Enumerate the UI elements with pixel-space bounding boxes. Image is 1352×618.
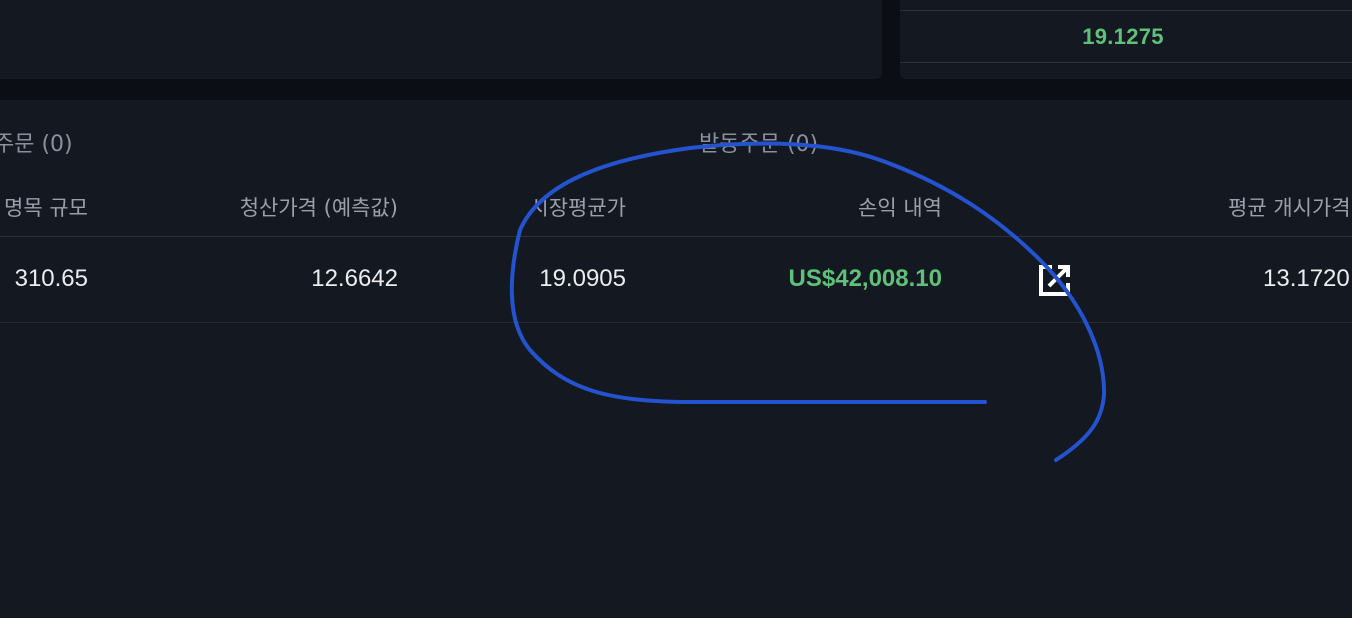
- divider: [900, 10, 1352, 11]
- top-left-panel: [0, 0, 882, 79]
- column-header-liquidation-price: 청산가격 (예측값): [239, 196, 398, 220]
- cell-mark-price: 19.0905: [539, 265, 626, 292]
- share-external-icon[interactable]: [1036, 263, 1072, 299]
- column-header-notional-size: 명목 규모: [4, 196, 88, 220]
- positions-panel: 주문 (0) 발동주문 (0) 명목 규모 청산가격 (예측값) 시장평균가 손…: [0, 100, 1352, 618]
- column-header-mark-price: 시장평균가: [529, 196, 626, 220]
- column-header-pnl: 손익 내역: [858, 196, 942, 220]
- tab-trigger-orders[interactable]: 발동주문 (0): [699, 126, 818, 158]
- tab-open-orders[interactable]: 주문 (0): [0, 126, 73, 158]
- divider: [0, 322, 1352, 323]
- cell-pnl: US$42,008.10: [788, 265, 942, 292]
- column-header-avg-entry-price: 평균 개시가격: [1228, 196, 1351, 220]
- cell-avg-entry-price: 13.1720: [1263, 265, 1350, 292]
- divider: [0, 236, 1352, 237]
- cell-liquidation-price: 12.6642: [311, 265, 398, 292]
- divider: [900, 62, 1352, 63]
- cell-notional-size: 310.65: [14, 265, 88, 292]
- orderbook-last-price: 19.1275: [1082, 24, 1164, 49]
- top-right-panel: 19.1275: [900, 0, 1352, 79]
